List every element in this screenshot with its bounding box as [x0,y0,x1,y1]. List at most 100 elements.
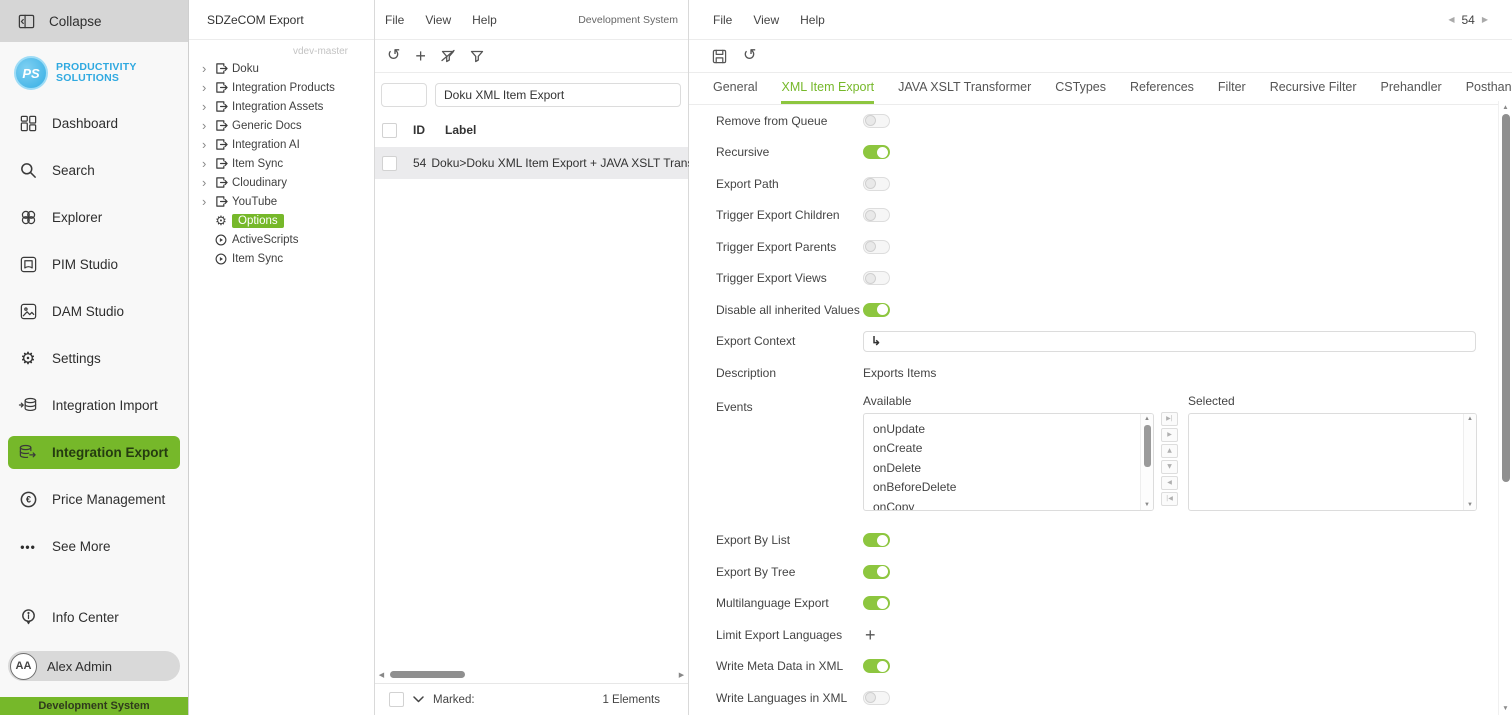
menu-view[interactable]: View [753,13,779,27]
user-menu[interactable]: AA Alex Admin [8,651,180,681]
tree-item-integration-products[interactable]: › Integration Products [189,78,374,97]
tab-recursive-filter[interactable]: Recursive Filter [1270,73,1357,104]
pager-prev-icon[interactable]: ◀ [1448,15,1454,24]
move-all-left-button[interactable]: |◀ [1161,491,1178,506]
tab-prehandler[interactable]: Prehandler [1381,73,1442,104]
scroll-up-icon[interactable]: ▲ [1499,104,1512,111]
write-languages-in-xml-toggle[interactable] [863,690,890,705]
scroll-left-icon[interactable]: ◀ [375,671,388,679]
tree-item-cloudinary[interactable]: › Cloudinary [189,173,374,192]
move-up-button[interactable]: ▲ [1161,443,1178,458]
tree-item-item-sync-script[interactable]: Item Sync [189,249,374,268]
chevron-right-icon[interactable]: › [202,81,213,94]
move-down-button[interactable]: ▼ [1161,459,1178,474]
tree-item-integration-assets[interactable]: › Integration Assets [189,97,374,116]
sidebar-item-integration-import[interactable]: Integration Import [0,382,188,429]
filter-icon[interactable] [470,49,484,63]
chevron-right-icon[interactable]: › [202,157,213,170]
move-left-button[interactable]: ◀ [1161,475,1178,490]
sidebar-item-see-more[interactable]: ••• See More [0,523,188,570]
refresh-icon[interactable]: ↺ [743,48,756,64]
write-meta-data-in-xml-toggle[interactable] [863,659,890,674]
chevron-right-icon[interactable]: › [202,62,213,75]
tree-item-integration-ai[interactable]: › Integration AI [189,135,374,154]
chevron-right-icon[interactable]: › [202,176,213,189]
move-all-right-button[interactable]: ▶| [1161,411,1178,426]
tab-xml-item-export[interactable]: XML Item Export [781,73,875,104]
vertical-scrollbar[interactable]: ▲ ▼ [1498,101,1512,715]
disable-all-inherited-values-toggle[interactable] [863,302,890,317]
list-item[interactable]: onCopy [873,498,1140,510]
add-language-button[interactable]: + [863,626,876,644]
tab-filter[interactable]: Filter [1218,73,1246,104]
sidebar-item-dam-studio[interactable]: DAM Studio [0,288,188,335]
scrollbar-thumb[interactable] [1501,114,1510,482]
export-context-input[interactable]: ↳ [863,330,1476,352]
chevron-right-icon[interactable]: › [202,119,213,132]
sidebar-item-search[interactable]: Search [0,147,188,194]
pager-next-icon[interactable]: ▶ [1482,15,1488,24]
tree-item-options[interactable]: ⚙ Options [189,211,374,230]
tree-item-activescripts[interactable]: ActiveScripts [189,230,374,249]
tab-posthandler[interactable]: Posthandler [1466,73,1512,104]
sidebar-item-settings[interactable]: ⚙ Settings [0,335,188,382]
scroll-right-icon[interactable]: ▶ [675,671,688,679]
tree-item-doku[interactable]: › Doku [189,59,374,78]
scroll-down-icon[interactable]: ▼ [1141,502,1153,508]
menu-file[interactable]: File [713,13,732,27]
tab-cstypes[interactable]: CSTypes [1055,73,1106,104]
menu-help[interactable]: Help [472,13,497,27]
table-row[interactable]: 54 Doku>Doku XML Item Export + JAVA XSLT… [375,147,728,179]
search-input[interactable] [435,83,681,107]
chevron-down-icon[interactable] [413,696,424,703]
sidebar-item-explorer[interactable]: Explorer [0,194,188,241]
select-all-checkbox[interactable] [382,122,397,138]
scrollbar-track[interactable] [388,667,675,682]
sidebar-item-price-management[interactable]: € Price Management [0,476,188,523]
list-item[interactable]: onBeforeDelete [873,478,1140,498]
scrollbar-thumb[interactable] [390,671,465,678]
menu-view[interactable]: View [425,13,451,27]
scroll-down-icon[interactable]: ▼ [1499,705,1512,712]
tab-references[interactable]: References [1130,73,1194,104]
remove-from-queue-toggle[interactable] [863,113,890,128]
row-checkbox[interactable] [382,155,397,171]
list-item[interactable]: onCreate [873,439,1140,459]
tab-java-xslt-transformer[interactable]: JAVA XSLT Transformer [898,73,1031,104]
list-item[interactable]: onDelete [873,459,1140,479]
tab-general[interactable]: General [713,73,757,104]
available-listbox[interactable]: onUpdate onCreate onDelete onBeforeDelet… [863,412,1154,511]
scroll-up-icon[interactable]: ▲ [1464,416,1476,422]
export-by-tree-toggle[interactable] [863,564,890,579]
export-by-list-toggle[interactable] [863,533,890,548]
collapse-button[interactable]: Collapse [0,0,188,42]
horizontal-scrollbar[interactable]: ◀ ▶ [375,667,688,682]
selected-listbox[interactable]: ▲ ▼ [1188,412,1477,511]
scrollbar-thumb[interactable] [1144,424,1151,467]
trigger-export-children-toggle[interactable] [863,208,890,223]
menu-help[interactable]: Help [800,13,825,27]
tree-item-generic-docs[interactable]: › Generic Docs [189,116,374,135]
trigger-export-parents-toggle[interactable] [863,239,890,254]
app-logo[interactable]: PS PRODUCTIVITY SOLUTIONS [0,42,188,96]
recursive-toggle[interactable] [863,145,890,160]
trigger-export-views-toggle[interactable] [863,271,890,286]
listbox-scrollbar[interactable]: ▲ ▼ [1463,413,1476,510]
multilanguage-export-toggle[interactable] [863,596,890,611]
id-filter-input[interactable] [381,83,427,107]
tree-item-item-sync[interactable]: › Item Sync [189,154,374,173]
menu-file[interactable]: File [385,13,404,27]
refresh-icon[interactable]: ↺ [387,48,400,64]
add-icon[interactable]: + [415,47,426,65]
export-path-toggle[interactable] [863,176,890,191]
tree-item-youtube[interactable]: › YouTube [189,192,374,211]
sidebar-item-pim-studio[interactable]: PIM Studio [0,241,188,288]
chevron-right-icon[interactable]: › [202,100,213,113]
list-item[interactable]: onUpdate [873,420,1140,440]
save-icon[interactable] [712,49,727,64]
sidebar-item-dashboard[interactable]: Dashboard [0,100,188,147]
marked-checkbox[interactable] [389,692,404,707]
sidebar-item-info-center[interactable]: Info Center [0,594,188,641]
sidebar-item-integration-export[interactable]: Integration Export [8,436,180,469]
scroll-down-icon[interactable]: ▼ [1464,502,1476,508]
